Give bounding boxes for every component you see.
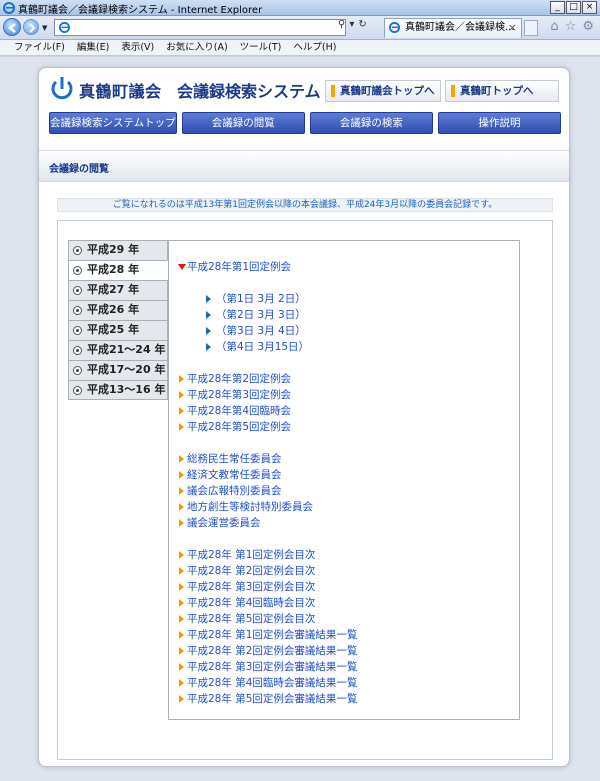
site-name: 真鶴町議会 bbox=[79, 82, 162, 101]
day-link-2[interactable]: （第2日 3月 3日） bbox=[179, 307, 509, 323]
open-session-link[interactable]: 平成28年第1回定例会 bbox=[178, 259, 509, 275]
committee-link[interactable]: 経済文教常任委員会 bbox=[179, 467, 509, 483]
tab-ie-icon bbox=[389, 22, 400, 33]
menu-edit[interactable]: 編集(E) bbox=[77, 40, 109, 55]
menu-help[interactable]: ヘルプ(H) bbox=[293, 40, 336, 55]
council-top-link[interactable]: 真鶴町議会トップへ bbox=[325, 80, 441, 102]
committee-link[interactable]: 議会運営委員会 bbox=[179, 515, 509, 531]
menu-bar: ファイル(F) 編集(E) 表示(V) お気に入り(A) ツール(T) ヘルプ(… bbox=[0, 40, 600, 56]
browse-panel: 平成29 年 平成28 年 平成27 年 平成26 年 平成25 年 平成21～… bbox=[57, 220, 553, 760]
forward-button[interactable] bbox=[23, 19, 39, 35]
radio-icon bbox=[73, 266, 82, 275]
address-bar[interactable] bbox=[54, 19, 346, 36]
site-header: 真鶴町議会 会議録検索システム 真鶴町議会トップへ 真鶴町トップへ bbox=[47, 72, 563, 108]
day-link-4[interactable]: （第4日 3月15日） bbox=[179, 339, 509, 355]
year-tab-h13-16[interactable]: 平成13～16 年 bbox=[68, 380, 168, 400]
index-link[interactable]: 平成28年 第2回定例会目次 bbox=[179, 563, 509, 579]
radio-icon bbox=[73, 326, 82, 335]
search-icon[interactable]: ⚲ bbox=[338, 19, 345, 30]
results-link[interactable]: 平成28年 第4回臨時会審議結果一覧 bbox=[179, 675, 509, 691]
session-link[interactable]: 平成28年第2回定例会 bbox=[179, 371, 509, 387]
availability-notice: ご覧になれるのは平成13年第1回定例会以降の本会議録、平成24年3月以降の委員会… bbox=[57, 198, 553, 212]
session-link[interactable]: 平成28年第5回定例会 bbox=[179, 419, 509, 435]
nav-search[interactable]: 会議録の検索 bbox=[309, 112, 433, 134]
minimize-button[interactable]: _ bbox=[550, 1, 565, 14]
day-link-3[interactable]: （第3日 3月 4日） bbox=[179, 323, 509, 339]
radio-icon bbox=[73, 386, 82, 395]
system-name: 会議録検索システム bbox=[177, 82, 321, 101]
year-tab-h21-24[interactable]: 平成21～24 年 bbox=[68, 340, 168, 360]
history-dropdown-icon[interactable]: ▼ bbox=[42, 24, 47, 32]
window-title: 真鶴町議会／会議録検索システム - Internet Explorer bbox=[18, 5, 263, 16]
menu-tools[interactable]: ツール(T) bbox=[240, 40, 282, 55]
committee-link[interactable]: 議会広報特別委員会 bbox=[179, 483, 509, 499]
refresh-icon[interactable]: ↻ bbox=[358, 19, 366, 30]
nav-browse[interactable]: 会議録の閲覧 bbox=[181, 112, 305, 134]
global-nav: 会議録検索システムトップ 会議録の閲覧 会議録の検索 操作説明 bbox=[49, 112, 562, 134]
nav-help[interactable]: 操作説明 bbox=[437, 112, 562, 134]
address-dropdown-icon[interactable]: ▾ bbox=[349, 19, 354, 30]
session-link[interactable]: 平成28年第3回定例会 bbox=[179, 387, 509, 403]
year-tab-h17-20[interactable]: 平成17～20 年 bbox=[68, 360, 168, 380]
page-ie-icon bbox=[59, 22, 70, 33]
meeting-list: 平成28年第1回定例会 （第1日 3月 2日） （第2日 3月 3日） （第3日… bbox=[178, 259, 509, 707]
results-link[interactable]: 平成28年 第1回定例会審議結果一覧 bbox=[179, 627, 509, 643]
section-header: 会議録の閲覧 bbox=[39, 150, 569, 182]
arrow-left-icon bbox=[7, 23, 16, 33]
nav-system-top[interactable]: 会議録検索システムトップ bbox=[49, 112, 177, 134]
page-container: 真鶴町議会 会議録検索システム 真鶴町議会トップへ 真鶴町トップへ 会議録検索シ… bbox=[38, 67, 570, 767]
browser-navbar: ▼ ⚲ ▾ ↻ 真鶴町議会／会議録検... × ⌂ ☆ ⚙ bbox=[0, 16, 600, 40]
day-link-1[interactable]: （第1日 3月 2日） bbox=[179, 291, 509, 307]
page-viewport: 真鶴町議会 会議録検索システム 真鶴町議会トップへ 真鶴町トップへ 会議録検索シ… bbox=[0, 57, 600, 781]
toolbar-right-icons: ⌂ ☆ ⚙ bbox=[550, 20, 594, 34]
year-content: 平成28年第1回定例会 （第1日 3月 2日） （第2日 3月 3日） （第3日… bbox=[168, 240, 520, 720]
gear-icon[interactable]: ⚙ bbox=[582, 20, 594, 34]
index-link[interactable]: 平成28年 第5回定例会目次 bbox=[179, 611, 509, 627]
close-window-button[interactable]: × bbox=[582, 1, 597, 14]
index-link[interactable]: 平成28年 第4回臨時会目次 bbox=[179, 595, 509, 611]
back-button[interactable] bbox=[3, 18, 21, 36]
section-title: 会議録の閲覧 bbox=[49, 164, 109, 175]
index-link[interactable]: 平成28年 第3回定例会目次 bbox=[179, 579, 509, 595]
year-tab-h29[interactable]: 平成29 年 bbox=[68, 240, 168, 260]
town-emblem-icon bbox=[51, 77, 73, 100]
tab-title: 真鶴町議会／会議録検... bbox=[405, 22, 515, 33]
radio-icon bbox=[73, 346, 82, 355]
star-icon[interactable]: ☆ bbox=[565, 20, 577, 34]
window-controls: _ □ × bbox=[550, 1, 597, 14]
year-tabs: 平成29 年 平成28 年 平成27 年 平成26 年 平成25 年 平成21～… bbox=[68, 240, 168, 400]
radio-icon bbox=[73, 286, 82, 295]
results-link[interactable]: 平成28年 第5回定例会審議結果一覧 bbox=[179, 691, 509, 707]
home-icon[interactable]: ⌂ bbox=[550, 20, 558, 34]
tab-close-icon[interactable]: × bbox=[508, 19, 517, 37]
committee-link[interactable]: 地方創生等検討特別委員会 bbox=[179, 499, 509, 515]
year-tab-h27[interactable]: 平成27 年 bbox=[68, 280, 168, 300]
index-link[interactable]: 平成28年 第1回定例会目次 bbox=[179, 547, 509, 563]
results-link[interactable]: 平成28年 第2回定例会審議結果一覧 bbox=[179, 643, 509, 659]
radio-icon bbox=[73, 306, 82, 315]
session-link[interactable]: 平成28年第4回臨時会 bbox=[179, 403, 509, 419]
town-top-link[interactable]: 真鶴町トップへ bbox=[445, 80, 559, 102]
radio-icon bbox=[73, 246, 82, 255]
menu-view[interactable]: 表示(V) bbox=[121, 40, 154, 55]
address-tools: ⚲ ▾ ↻ bbox=[338, 19, 367, 30]
new-tab-button[interactable] bbox=[524, 20, 538, 36]
browser-tab[interactable]: 真鶴町議会／会議録検... × bbox=[384, 18, 522, 38]
maximize-button[interactable]: □ bbox=[566, 1, 581, 14]
committee-link[interactable]: 総務民生常任委員会 bbox=[179, 451, 509, 467]
radio-icon bbox=[73, 366, 82, 375]
year-tab-h28[interactable]: 平成28 年 bbox=[68, 260, 168, 280]
menu-favorites[interactable]: お気に入り(A) bbox=[166, 40, 227, 55]
year-tab-h26[interactable]: 平成26 年 bbox=[68, 300, 168, 320]
window-titlebar: 真鶴町議会／会議録検索システム - Internet Explorer _ □ … bbox=[0, 0, 600, 16]
arrow-right-icon bbox=[29, 23, 36, 33]
ie-logo-icon bbox=[3, 2, 15, 14]
results-link[interactable]: 平成28年 第3回定例会審議結果一覧 bbox=[179, 659, 509, 675]
year-tab-h25[interactable]: 平成25 年 bbox=[68, 320, 168, 340]
menu-file[interactable]: ファイル(F) bbox=[14, 40, 65, 55]
